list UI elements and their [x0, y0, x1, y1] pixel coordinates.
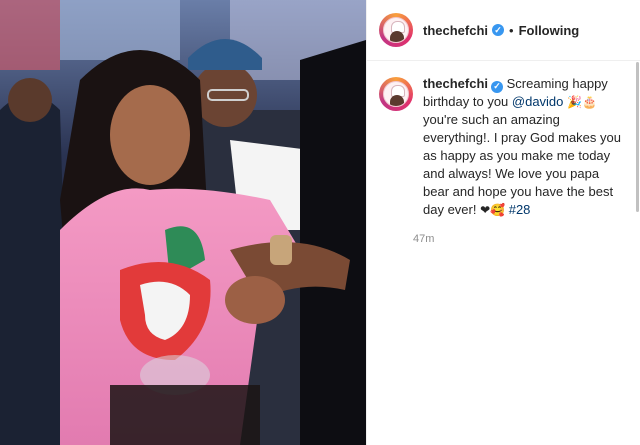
caption-comment: thechefchi ✓ Screaming happy birthday to … [367, 61, 640, 245]
caption-username[interactable]: thechefchi [423, 76, 488, 91]
header-separator: • [509, 22, 514, 38]
photo-illustration [0, 0, 366, 445]
caption-body: thechefchi ✓ Screaming happy birthday to … [413, 75, 623, 245]
caption-avatar[interactable] [379, 77, 413, 111]
caption-avatar-image [383, 81, 409, 107]
header-username[interactable]: thechefchi [423, 23, 488, 38]
profile-avatar[interactable] [379, 13, 413, 47]
post-side-panel: thechefchi ✓ • Following thechefchi ✓ Scr… [366, 0, 640, 445]
mention-link[interactable]: @davido [512, 94, 564, 109]
post-timestamp[interactable]: 47m [413, 233, 623, 245]
comments-scrollbar[interactable] [636, 62, 639, 212]
caption-text: thechefchi ✓ Screaming happy birthday to … [423, 75, 623, 219]
post-photo[interactable] [0, 0, 366, 445]
following-button[interactable]: Following [519, 23, 580, 38]
verified-badge-icon: ✓ [492, 24, 505, 36]
caption-emojis-1: 🎉🎂 [567, 95, 597, 109]
post-header: thechefchi ✓ • Following [367, 0, 640, 61]
caption-verified-badge-icon: ✓ [491, 80, 504, 93]
caption-emojis-2: ❤🥰 [480, 203, 506, 217]
instagram-post: thechefchi ✓ • Following thechefchi ✓ Scr… [0, 0, 640, 445]
hashtag-link[interactable]: #28 [509, 202, 531, 217]
avatar-image [383, 17, 409, 43]
